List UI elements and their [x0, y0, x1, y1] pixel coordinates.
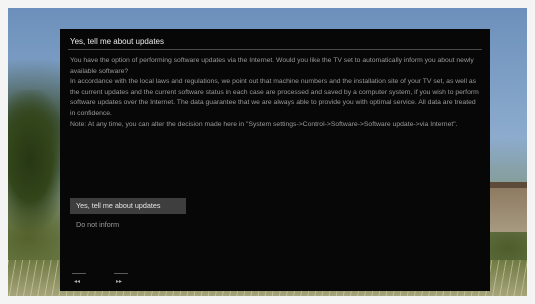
- do-not-inform-button[interactable]: Do not inform: [70, 217, 125, 233]
- background-house: [490, 188, 527, 232]
- tv-screen: Yes, tell me about updates You have the …: [8, 8, 527, 296]
- dialog-title: Yes, tell me about updates: [70, 37, 164, 46]
- next-divider: [114, 273, 128, 274]
- body-paragraph-note: Note: At any time, you can alter the dec…: [70, 120, 458, 128]
- background-tree: [8, 90, 63, 240]
- rewind-icon[interactable]: ◂◂: [74, 278, 80, 285]
- prev-divider: [72, 273, 86, 274]
- dialog-body: You have the option of performing softwa…: [70, 56, 482, 130]
- body-paragraph-intro: You have the option of performing softwa…: [70, 57, 474, 75]
- fast-forward-icon[interactable]: ▸▸: [116, 278, 122, 285]
- body-paragraph-privacy: In accordance with the local laws and re…: [70, 78, 479, 117]
- yes-tell-me-button[interactable]: Yes, tell me about updates: [70, 198, 186, 214]
- software-update-dialog: Yes, tell me about updates You have the …: [60, 29, 490, 291]
- title-divider: [68, 49, 482, 50]
